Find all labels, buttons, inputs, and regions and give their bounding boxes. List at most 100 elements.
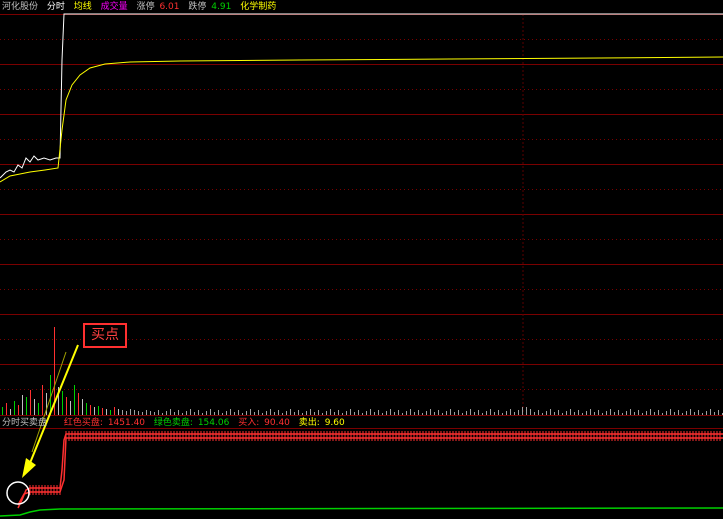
volume-bar xyxy=(466,411,467,415)
volume-bar xyxy=(570,409,571,415)
avg-line-label: 均线 xyxy=(73,2,92,12)
volume-bar xyxy=(186,411,187,415)
volume-bar xyxy=(298,410,299,415)
price-panel-header: 河化股份 分时 均线 成交量 涨停 6.01 跌停 4.91 化学制药 xyxy=(2,1,282,13)
volume-bar xyxy=(254,412,255,415)
volume-bar xyxy=(398,410,399,415)
volume-bar xyxy=(402,413,403,415)
volume-bar xyxy=(574,412,575,415)
volume-bar xyxy=(606,411,607,415)
volume-bar xyxy=(30,390,31,415)
volume-bar xyxy=(34,399,35,415)
volume-bar xyxy=(562,413,563,415)
sector-label[interactable]: 化学制药 xyxy=(240,2,276,12)
volume-bar xyxy=(274,412,275,415)
volume-bar xyxy=(430,409,431,415)
volume-bar xyxy=(566,411,567,415)
volume-bar xyxy=(206,411,207,415)
volume-bar xyxy=(454,412,455,415)
volume-label: 成交量 xyxy=(100,2,128,12)
volume-bar xyxy=(662,413,663,415)
volume-bar xyxy=(198,410,199,415)
volume-bar xyxy=(390,409,391,415)
volume-bar xyxy=(686,411,687,415)
volume-bar xyxy=(330,409,331,415)
volume-bar xyxy=(474,412,475,415)
volume-bar xyxy=(178,410,179,415)
volume-bar xyxy=(66,397,67,415)
limit-up-label: 涨停 xyxy=(136,2,155,12)
green-sell-line xyxy=(0,507,723,517)
volume-bar xyxy=(170,409,171,415)
volume-bar xyxy=(578,410,579,415)
volume-bar xyxy=(294,412,295,415)
volume-bar xyxy=(86,403,87,415)
indicator-name[interactable]: 分时买卖盘 xyxy=(2,418,47,428)
volume-bar xyxy=(530,409,531,415)
volume-bar xyxy=(166,411,167,415)
volume-bar xyxy=(706,411,707,415)
volume-bar xyxy=(694,412,695,415)
volume-bar xyxy=(586,411,587,415)
volume-bar xyxy=(406,411,407,415)
volume-bar xyxy=(302,413,303,415)
volume-bar xyxy=(442,413,443,415)
volume-bar xyxy=(182,413,183,415)
volume-bar xyxy=(106,409,107,415)
volume-bar xyxy=(94,407,95,415)
volume-bar xyxy=(598,410,599,415)
volume-bar xyxy=(590,409,591,415)
volume-bar xyxy=(414,412,415,415)
volume-bar xyxy=(2,407,3,415)
volume-bar xyxy=(690,409,691,415)
volume-bar xyxy=(306,411,307,415)
volume-bar xyxy=(526,407,527,415)
volume-bar xyxy=(714,412,715,415)
volume-bar xyxy=(354,412,355,415)
volume-bar xyxy=(622,413,623,415)
green-sell-label: 绿色卖盘: xyxy=(153,418,193,428)
volume-bar xyxy=(70,401,71,415)
stock-name[interactable]: 河化股份 xyxy=(2,2,38,12)
volume-bar xyxy=(174,412,175,415)
volume-bar xyxy=(134,410,135,415)
volume-bar xyxy=(194,412,195,415)
volume-bar xyxy=(130,409,131,415)
volume-bar xyxy=(538,410,539,415)
volume-bar xyxy=(610,409,611,415)
volume-bar xyxy=(618,410,619,415)
volume-bar xyxy=(150,411,151,415)
volume-bar xyxy=(282,413,283,415)
sell-out-label: 卖出: xyxy=(298,418,320,428)
mode-label[interactable]: 分时 xyxy=(47,2,65,12)
volume-bar xyxy=(6,403,7,415)
volume-bar xyxy=(382,413,383,415)
volume-bar xyxy=(286,411,287,415)
volume-bar xyxy=(718,410,719,415)
volume-bar xyxy=(634,412,635,415)
volume-bar xyxy=(118,409,119,415)
volume-bar xyxy=(698,410,699,415)
volume-bar xyxy=(230,409,231,415)
volume-bar xyxy=(234,412,235,415)
volume-bar xyxy=(210,409,211,415)
volume-bar xyxy=(74,385,75,415)
chart-canvas[interactable] xyxy=(0,0,723,519)
buy-in-value: 90.40 xyxy=(264,418,290,428)
red-buy-value: 1451.40 xyxy=(107,418,146,428)
volume-bar xyxy=(82,399,83,415)
volume-bar xyxy=(670,409,671,415)
volume-bar xyxy=(422,413,423,415)
volume-bar xyxy=(326,411,327,415)
volume-bar xyxy=(638,410,639,415)
volume-bar xyxy=(334,412,335,415)
volume-bar xyxy=(338,410,339,415)
volume-bar xyxy=(266,411,267,415)
volume-bar xyxy=(514,412,515,415)
volume-bar xyxy=(278,410,279,415)
volume-bar xyxy=(98,406,99,415)
volume-bar xyxy=(250,409,251,415)
volume-bar xyxy=(518,410,519,415)
volume-bar xyxy=(630,409,631,415)
volume-bar xyxy=(42,385,43,415)
